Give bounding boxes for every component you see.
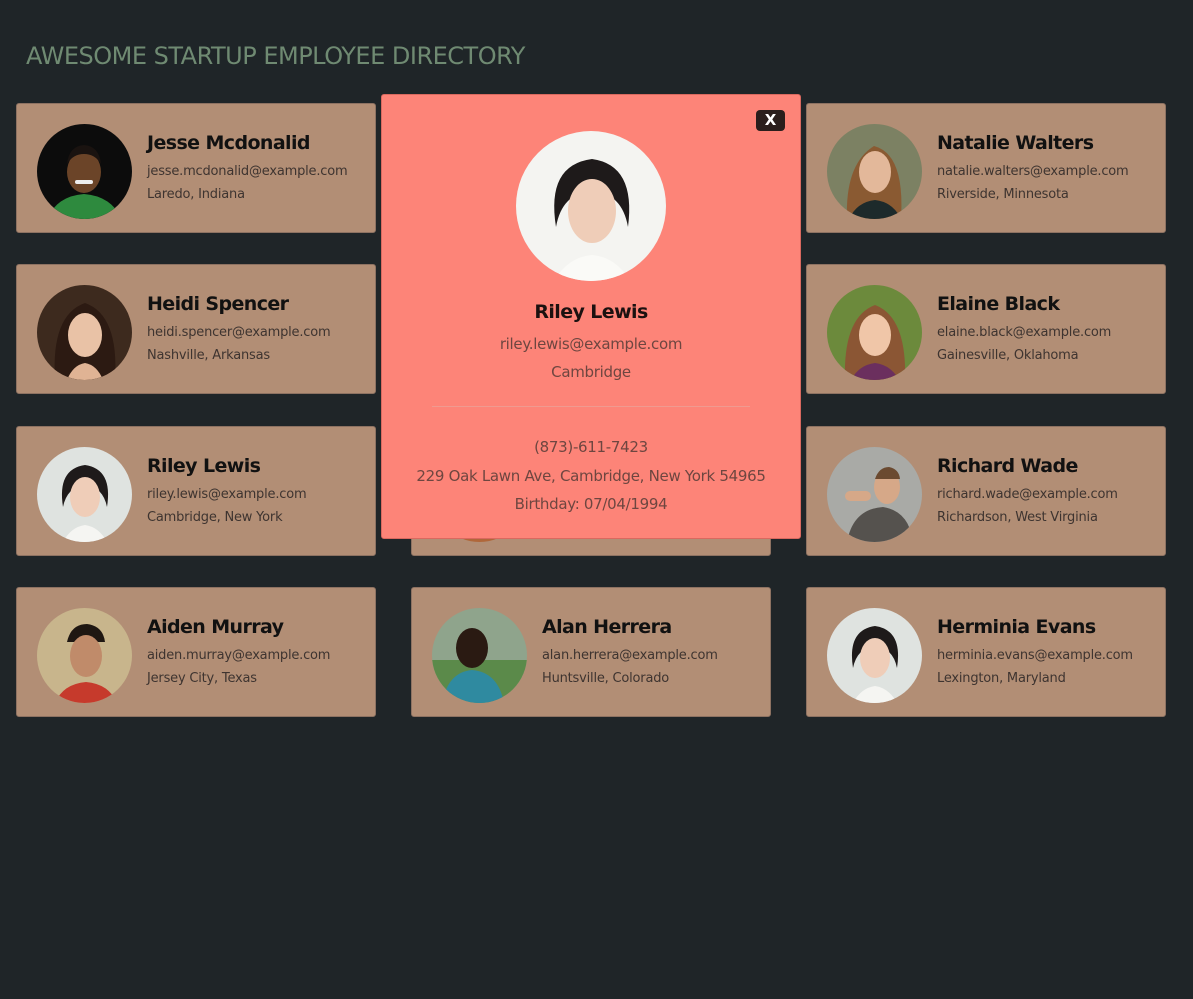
employee-location: Gainesville, Oklahoma [937,348,1079,363]
employee-email: herminia.evans@example.com [937,648,1133,663]
employee-card-richard-wade[interactable]: Richard Wade richard.wade@example.com Ri… [806,426,1166,556]
employee-email: riley.lewis@example.com [147,487,307,502]
close-button[interactable]: X [756,110,785,131]
employee-card-heidi-spencer[interactable]: Heidi Spencer heidi.spencer@example.com … [16,264,376,394]
employee-name: Riley Lewis [147,455,261,477]
employee-avatar [827,124,922,219]
employee-name: Heidi Spencer [147,293,289,315]
employee-location: Jersey City, Texas [147,671,257,686]
employee-email: heidi.spencer@example.com [147,325,331,340]
employee-avatar [37,285,132,380]
employee-card-jesse-mcdonalid[interactable]: Jesse Mcdonalid jesse.mcdonalid@example.… [16,103,376,233]
employee-location: Laredo, Indiana [147,187,245,202]
employee-name: Richard Wade [937,455,1078,477]
employee-avatar [827,447,922,542]
employee-location: Huntsville, Colorado [542,671,670,686]
modal-city: Cambridge [551,363,631,381]
employee-email: elaine.black@example.com [937,325,1112,340]
employee-email: richard.wade@example.com [937,487,1118,502]
employee-avatar [37,447,132,542]
employee-name: Aiden Murray [147,616,284,638]
employee-name: Natalie Walters [937,132,1094,154]
employee-email: alan.herrera@example.com [542,648,718,663]
employee-avatar [37,608,132,703]
employee-location: Nashville, Arkansas [147,348,270,363]
employee-card-riley-lewis[interactable]: Riley Lewis riley.lewis@example.com Camb… [16,426,376,556]
employee-detail-modal: X Riley Lewis riley.lewis@example.com Ca… [381,94,801,539]
employee-card-natalie-walters[interactable]: Natalie Walters natalie.walters@example.… [806,103,1166,233]
page-title: AWESOME STARTUP EMPLOYEE DIRECTORY [26,42,525,70]
modal-address: 229 Oak Lawn Ave, Cambridge, New York 54… [416,467,766,485]
modal-avatar [516,131,666,281]
employee-avatar [432,608,527,703]
employee-email: natalie.walters@example.com [937,164,1129,179]
modal-name: Riley Lewis [534,301,648,323]
employee-name: Elaine Black [937,293,1060,315]
modal-phone: (873)-611-7423 [534,438,648,456]
employee-avatar [827,608,922,703]
modal-divider [432,406,750,407]
employee-avatar [827,285,922,380]
employee-location: Riverside, Minnesota [937,187,1069,202]
employee-card-herminia-evans[interactable]: Herminia Evans herminia.evans@example.co… [806,587,1166,717]
employee-location: Lexington, Maryland [937,671,1066,686]
employee-email: aiden.murray@example.com [147,648,331,663]
modal-email: riley.lewis@example.com [499,335,683,353]
employee-email: jesse.mcdonalid@example.com [147,164,348,179]
employee-name: Jesse Mcdonalid [147,132,310,154]
employee-avatar [37,124,132,219]
employee-location: Richardson, West Virginia [937,510,1098,525]
employee-location: Cambridge, New York [147,510,283,525]
employee-name: Herminia Evans [937,616,1096,638]
employee-card-alan-herrera[interactable]: Alan Herrera alan.herrera@example.com Hu… [411,587,771,717]
directory-page: AWESOME STARTUP EMPLOYEE DIRECTORY Jesse… [0,0,1193,999]
employee-name: Alan Herrera [542,616,672,638]
employee-card-elaine-black[interactable]: Elaine Black elaine.black@example.com Ga… [806,264,1166,394]
modal-birthday: Birthday: 07/04/1994 [514,495,668,513]
employee-card-aiden-murray[interactable]: Aiden Murray aiden.murray@example.com Je… [16,587,376,717]
